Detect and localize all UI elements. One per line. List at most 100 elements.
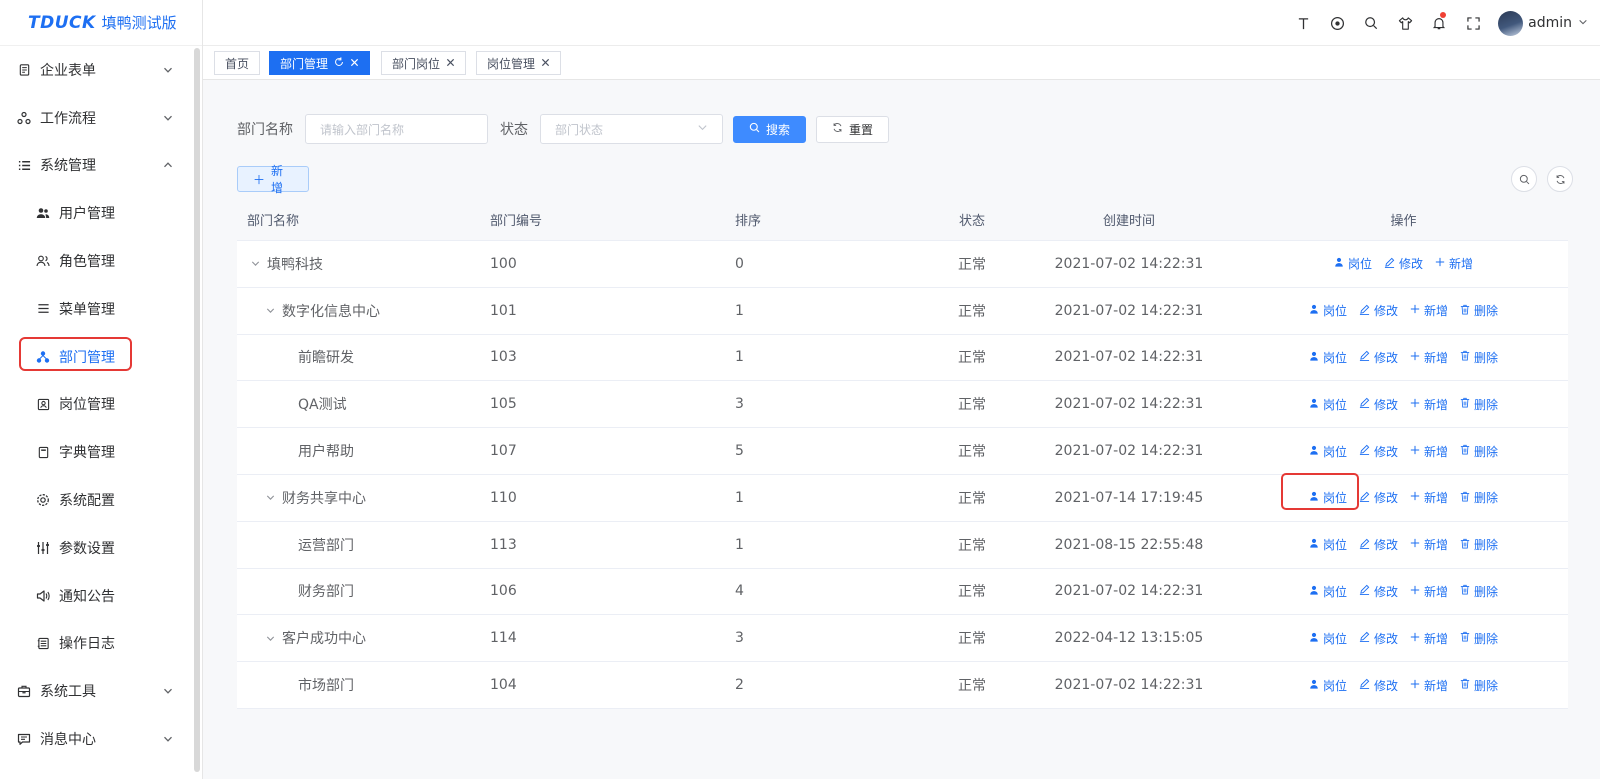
sidebar-item[interactable]: 系统工具	[0, 667, 196, 715]
sidebar-item[interactable]: 字典管理	[0, 428, 196, 476]
add-button[interactable]: 新增	[1410, 443, 1448, 460]
search-icon[interactable]	[1354, 0, 1388, 46]
reset-button[interactable]: 重置	[816, 115, 890, 143]
table-row[interactable]: QA测试 105 3 正常 2021-07-02 14:22:31 岗位 修改 新增 删除	[237, 381, 1568, 429]
sidebar-item[interactable]: 参数设置	[0, 524, 196, 572]
sidebar-item[interactable]: 岗位管理	[0, 381, 196, 429]
created-cell: 2021-07-02 14:22:31	[1054, 677, 1204, 694]
sidebar-item[interactable]: 工作流程	[0, 94, 196, 142]
github-icon[interactable]	[1320, 0, 1354, 46]
add-button[interactable]: 新增	[1410, 396, 1448, 413]
logo[interactable]: TDUCK 填鸭测试版	[0, 0, 202, 46]
dept-id-cell: 113	[490, 536, 517, 553]
edit-button[interactable]: 修改	[1359, 349, 1398, 366]
chevron-down-icon[interactable]	[247, 258, 263, 269]
tags-view: 首页 部门管理 部门岗位 岗位管理	[203, 46, 1600, 80]
fullscreen-icon[interactable]	[1456, 0, 1490, 46]
delete-button[interactable]: 删除	[1460, 443, 1498, 460]
sidebar-item[interactable]: 部门管理	[0, 333, 196, 381]
add-dept-button[interactable]: ＋ 新增	[237, 164, 309, 195]
toggle-search-button[interactable]	[1511, 166, 1537, 192]
table-row[interactable]: 前瞻研发 103 1 正常 2021-07-02 14:22:31 岗位 修改 新增 删除	[237, 334, 1568, 382]
delete-button[interactable]: 删除	[1460, 583, 1498, 600]
chevron-down-icon[interactable]	[262, 492, 278, 503]
user-menu[interactable]: admin	[1498, 10, 1588, 36]
delete-button[interactable]: 删除	[1460, 396, 1498, 413]
chevron-down-icon[interactable]	[262, 633, 278, 644]
search-button[interactable]: 搜索	[733, 115, 807, 143]
add-button[interactable]: 新增	[1410, 302, 1448, 319]
sidebar-item[interactable]: 消息中心	[0, 715, 196, 763]
post-button[interactable]: 岗位	[1309, 302, 1347, 319]
dept-name-input[interactable]: 请输入部门名称	[305, 114, 488, 144]
sidebar-item[interactable]: 系统配置	[0, 476, 196, 524]
delete-button[interactable]: 删除	[1460, 630, 1498, 647]
add-button[interactable]: 新增	[1410, 349, 1448, 366]
post-button[interactable]: 岗位	[1309, 630, 1347, 647]
edit-label: 修改	[1373, 397, 1398, 412]
table-row[interactable]: 市场部门 104 2 正常 2021-07-02 14:22:31 岗位 修改 新增 删除	[237, 662, 1568, 709]
post-button[interactable]: 岗位	[1280, 473, 1359, 511]
status-select[interactable]: 部门状态	[540, 114, 723, 144]
post-button[interactable]: 岗位	[1309, 583, 1347, 600]
edit-button[interactable]: 修改	[1359, 302, 1398, 319]
edit-button[interactable]: 修改	[1384, 255, 1423, 272]
edit-button[interactable]: 修改	[1359, 536, 1398, 553]
sidebar-item[interactable]: 通知公告	[0, 572, 196, 620]
edit-button[interactable]: 修改	[1359, 583, 1398, 600]
sidebar-item[interactable]: 系统管理	[0, 142, 196, 190]
table-row[interactable]: 财务共享中心 110 1 正常 2021-07-14 17:19:45 岗位 修改 新增 删除	[237, 473, 1568, 522]
delete-icon	[1460, 491, 1470, 505]
add-button[interactable]: 新增	[1410, 630, 1448, 647]
close-icon[interactable]	[541, 56, 550, 70]
delete-button[interactable]: 删除	[1460, 489, 1498, 506]
table-row[interactable]: 客户成功中心 114 3 正常 2022-04-12 13:15:05 岗位 修改 新增 删除	[237, 615, 1568, 663]
table-row[interactable]: 数字化信息中心 101 1 正常 2021-07-02 14:22:31 岗位 修改 新增 删除	[237, 287, 1568, 335]
table-row[interactable]: 填鸭科技 100 0 正常 2021-07-02 14:22:31 岗位 修改 新增	[237, 241, 1568, 288]
delete-button[interactable]: 删除	[1460, 302, 1498, 319]
add-button[interactable]: 新增	[1410, 583, 1448, 600]
theme-icon[interactable]	[1388, 0, 1422, 46]
post-button[interactable]: 岗位	[1309, 536, 1347, 553]
post-button[interactable]: 岗位	[1309, 349, 1347, 366]
table-row[interactable]: 运营部门 113 1 正常 2021-08-15 22:55:48 岗位 修改 新增 删除	[237, 521, 1568, 569]
add-button[interactable]: 新增	[1410, 489, 1448, 506]
add-button[interactable]: 新增	[1435, 255, 1473, 272]
sidebar-scrollbar[interactable]	[194, 48, 200, 772]
sidebar-item[interactable]: 操作日志	[0, 620, 196, 668]
refresh-icon[interactable]	[334, 56, 344, 70]
edit-button[interactable]: 修改	[1359, 677, 1398, 694]
refresh-table-button[interactable]	[1547, 166, 1573, 192]
table-row[interactable]: 财务部门 106 4 正常 2021-07-02 14:22:31 岗位 修改 新增 删除	[237, 568, 1568, 616]
text-size-icon[interactable]	[1286, 0, 1320, 46]
post-button[interactable]: 岗位	[1334, 255, 1372, 272]
delete-button[interactable]: 删除	[1460, 349, 1498, 366]
post-button[interactable]: 岗位	[1309, 677, 1347, 694]
actions-cell: 岗位 修改 新增 删除	[1239, 583, 1568, 600]
order-cell: 1	[735, 349, 744, 366]
table-row[interactable]: 用户帮助 107 5 正常 2021-07-02 14:22:31 岗位 修改 新增 删除	[237, 428, 1568, 475]
bell-icon[interactable]	[1422, 0, 1456, 46]
close-icon[interactable]	[446, 56, 455, 70]
tab-3[interactable]: 岗位管理	[476, 51, 562, 75]
sidebar-item[interactable]: 用户管理	[0, 189, 196, 237]
close-icon[interactable]	[350, 56, 359, 70]
add-button[interactable]: 新增	[1410, 677, 1448, 694]
tab-0[interactable]: 首页	[214, 51, 261, 75]
post-icon	[1309, 679, 1319, 692]
edit-button[interactable]: 修改	[1359, 630, 1398, 647]
post-button[interactable]: 岗位	[1309, 396, 1347, 413]
edit-button[interactable]: 修改	[1359, 443, 1398, 460]
sidebar-item[interactable]: 菜单管理	[0, 285, 196, 333]
chevron-down-icon[interactable]	[262, 305, 278, 316]
edit-button[interactable]: 修改	[1359, 489, 1398, 506]
sidebar-item[interactable]: 角色管理	[0, 237, 196, 285]
delete-button[interactable]: 删除	[1460, 536, 1498, 553]
tab-2[interactable]: 部门岗位	[381, 51, 467, 75]
edit-button[interactable]: 修改	[1359, 396, 1398, 413]
post-button[interactable]: 岗位	[1309, 443, 1347, 460]
tab-1[interactable]: 部门管理	[269, 51, 371, 75]
sidebar-item[interactable]: 企业表单	[0, 46, 196, 94]
delete-button[interactable]: 删除	[1460, 677, 1498, 694]
add-button[interactable]: 新增	[1410, 536, 1448, 553]
